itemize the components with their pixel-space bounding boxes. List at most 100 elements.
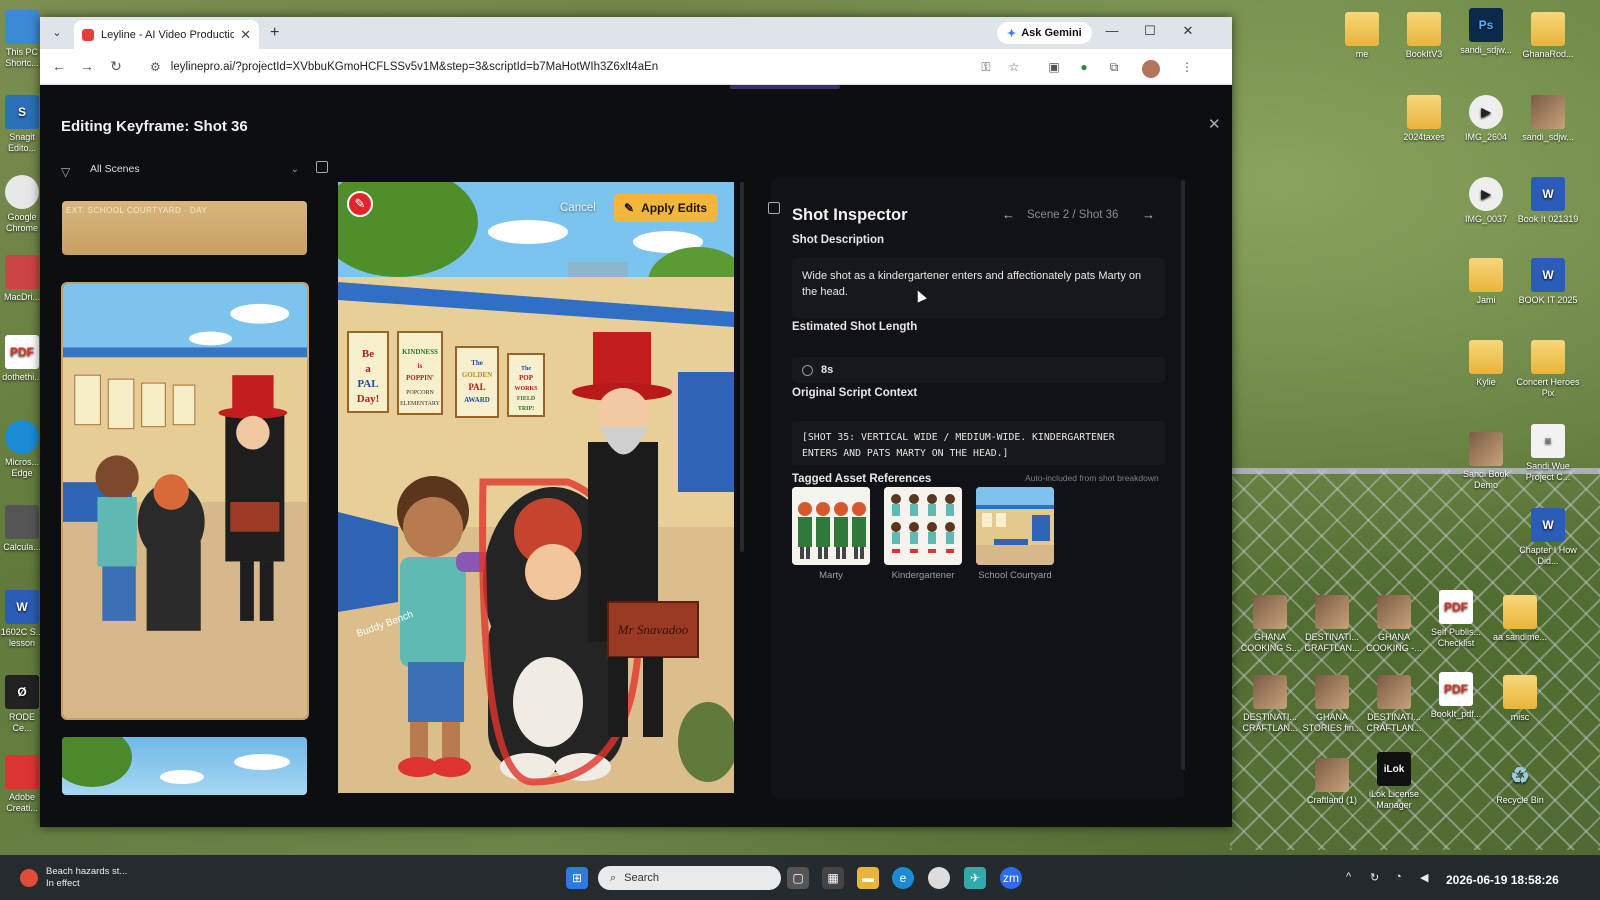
desktop-icon[interactable]: GhanaRod... — [1516, 12, 1580, 60]
tray-wifi-icon[interactable]: ◔ — [1395, 871, 1402, 883]
desktop-icon[interactable]: ≡ Sandi Wue Project C... — [1516, 424, 1580, 483]
profile-avatar[interactable] — [1142, 60, 1160, 78]
panel-layout-icon[interactable] — [316, 161, 328, 173]
chrome-icon[interactable] — [928, 867, 950, 889]
scene-header-thumbnail[interactable]: EXT. SCHOOL COURTYARD - DAY — [62, 201, 307, 255]
desktop-icon[interactable]: GHANA COOKING S... — [1238, 595, 1302, 654]
minimize-icon[interactable]: — — [1102, 23, 1122, 38]
cancel-button[interactable]: Cancel — [552, 195, 604, 221]
desktop-icon[interactable]: Google Chrome — [0, 175, 44, 234]
start-windows-icon[interactable]: ⊞ — [566, 867, 588, 889]
desktop-icon[interactable]: W BOOK IT 2025 — [1516, 258, 1580, 306]
keyframe-thumbnail-selected[interactable] — [61, 282, 309, 720]
desktop-icon[interactable]: Calcula... — [0, 505, 44, 553]
filter-icon[interactable]: ▽ — [61, 165, 70, 179]
desktop-icon[interactable]: Craftland (1) — [1300, 758, 1364, 806]
desktop-icon[interactable]: Adobe Creati... — [0, 755, 44, 814]
desktop-icon[interactable]: Ø RODE Ce... — [0, 675, 44, 734]
grammarly-icon[interactable]: ● — [1075, 58, 1093, 76]
keyframe-thumbnail-next[interactable] — [62, 737, 307, 795]
desktop-icon[interactable]: W 1602C S... lesson — [0, 590, 44, 649]
keyframe-canvas[interactable]: Be a PAL Day! KINDNESS is POPPIN' POPCOR… — [338, 182, 734, 793]
rode-icon: Ø — [5, 675, 39, 709]
app-icon[interactable]: ✈ — [964, 867, 986, 889]
zoom-icon[interactable]: zm — [1000, 867, 1022, 889]
desktop-icon[interactable]: GHANA STORIES fin... — [1300, 675, 1364, 734]
desktop-icon[interactable]: Concert Heroes Pix — [1516, 340, 1580, 399]
calculator-icon[interactable]: ▦ — [822, 867, 844, 889]
asset-card[interactable]: Marty — [792, 487, 870, 581]
menu-dots-icon[interactable]: ⋮ — [1178, 58, 1196, 76]
editor-title: Editing Keyframe: Shot 36 — [61, 118, 248, 135]
inspector-scrollbar[interactable] — [1181, 180, 1185, 770]
desktop-icon[interactable]: This PC Shortc... — [0, 10, 44, 69]
next-shot-icon[interactable]: → — [1142, 207, 1155, 222]
tray-sync-icon[interactable]: ↻ — [1370, 871, 1379, 884]
asset-card[interactable]: School Courtyard — [976, 487, 1054, 581]
edge-icon[interactable]: e — [892, 867, 914, 889]
back-icon[interactable]: ← — [50, 58, 68, 74]
shot-description-field[interactable]: Wide shot as a kindergartener enters and… — [792, 258, 1165, 318]
desktop-icon[interactable]: iLok iLok License Manager — [1362, 752, 1426, 811]
file-explorer-icon[interactable]: ▬ — [857, 867, 879, 889]
edge-icon — [5, 420, 39, 454]
desktop-icon[interactable]: me — [1330, 12, 1394, 60]
close-window-icon[interactable]: ✕ — [1178, 23, 1198, 39]
svg-text:The: The — [521, 366, 531, 372]
url-field[interactable]: ⚙ leylinepro.ai/?projectId=XVbbuKGmoHCFL… — [140, 55, 900, 79]
desktop-icon[interactable]: BookItV3 — [1392, 12, 1456, 60]
desktop-icon[interactable]: 2024taxes — [1392, 95, 1456, 143]
tray-chevron-icon[interactable]: ^ — [1346, 871, 1351, 883]
extensions-puzzle-icon[interactable]: ⧉ — [1105, 58, 1123, 76]
close-tab-icon[interactable]: ✕ — [240, 27, 251, 43]
close-editor-icon[interactable]: ✕ — [1208, 115, 1221, 133]
desktop-icon[interactable]: sandi_sdjw... — [1516, 95, 1580, 143]
desktop-icon[interactable]: PDF BookIt_pdf... — [1424, 672, 1488, 720]
taskbar-clock[interactable]: 2026-06-19 18:58:26 — [1446, 873, 1559, 887]
desktop-icon[interactable]: W Chapter I How Did... — [1516, 508, 1580, 567]
desktop-icon[interactable]: Ps sandi_sdjw... — [1454, 8, 1518, 56]
collapse-panel-icon[interactable] — [768, 202, 780, 214]
previous-shot-icon[interactable]: ← — [1002, 207, 1015, 222]
asset-card[interactable]: Kindergartener — [884, 487, 962, 581]
desktop-icon[interactable]: Jami — [1454, 258, 1518, 306]
desktop-icon[interactable]: DESTINATI... CRAFTLAN... — [1300, 595, 1364, 654]
desktop-icon[interactable]: ▶ IMG_0037 — [1454, 177, 1518, 225]
taskbar-search[interactable]: ⌕ Search — [598, 866, 781, 890]
tab-leyline[interactable]: Leyline - AI Video Production P ✕ — [74, 20, 259, 49]
desktop-icon[interactable]: PDF dothethi... — [0, 335, 44, 383]
desktop-icon[interactable]: Kylie — [1454, 340, 1518, 388]
desktop-icon[interactable]: W Book It 021319 — [1516, 177, 1580, 225]
reload-icon[interactable]: ↻ — [107, 58, 125, 75]
desktop-icon[interactable]: S Snagit Edito... — [0, 95, 44, 154]
maximize-icon[interactable]: ☐ — [1140, 23, 1160, 39]
task-view-icon[interactable]: ▢ — [787, 867, 809, 889]
desktop-icon[interactable]: ▶ IMG_2604 — [1454, 95, 1518, 143]
apply-edits-button[interactable]: ✎ Apply Edits — [614, 194, 718, 222]
desktop-icon[interactable]: aa sandime... — [1488, 595, 1552, 643]
forward-icon[interactable]: → — [78, 58, 96, 74]
desktop-icon[interactable]: DESTINATI... CRAFTLAN... — [1362, 675, 1426, 734]
desktop-icon[interactable]: misc — [1488, 675, 1552, 723]
desktop-icon[interactable]: PDF Self Publis... Checklist — [1424, 590, 1488, 649]
ask-gemini-button[interactable]: ✦ Ask Gemini — [997, 22, 1092, 44]
desktop-icon[interactable]: ♻ Recycle Bin — [1488, 758, 1552, 806]
canvas-scrollbar[interactable] — [740, 182, 744, 552]
new-tab-icon[interactable]: + — [270, 24, 279, 42]
scene-filter-select[interactable]: All Scenes ⌄ — [82, 158, 307, 180]
desktop-icon[interactable]: DESTINATI... CRAFTLAN... — [1238, 675, 1302, 734]
shot-length-field[interactable]: 8s — [792, 357, 1165, 383]
desktop-icon[interactable]: Micros... Edge — [0, 420, 44, 479]
weather-widget[interactable]: Beach hazards st... In effect — [20, 866, 127, 890]
desktop-icon[interactable]: GHANA COOKING -... — [1362, 595, 1426, 654]
site-info-icon[interactable]: ⚙ — [150, 60, 161, 74]
password-key-icon[interactable]: ⚿ — [977, 58, 995, 76]
desktop-icon[interactable]: Sandi Book Demo — [1454, 432, 1518, 491]
svg-text:FIELD: FIELD — [517, 396, 536, 402]
tab-search-icon[interactable]: ⌄ — [48, 24, 66, 42]
desktop-icon[interactable]: MacDri... — [0, 255, 44, 303]
tray-volume-icon[interactable]: ◀ — [1420, 871, 1428, 884]
extension-icon[interactable]: ▣ — [1045, 58, 1063, 76]
mask-brush-icon[interactable]: ✎ — [347, 191, 373, 217]
bookmark-star-icon[interactable]: ☆ — [1005, 58, 1023, 76]
